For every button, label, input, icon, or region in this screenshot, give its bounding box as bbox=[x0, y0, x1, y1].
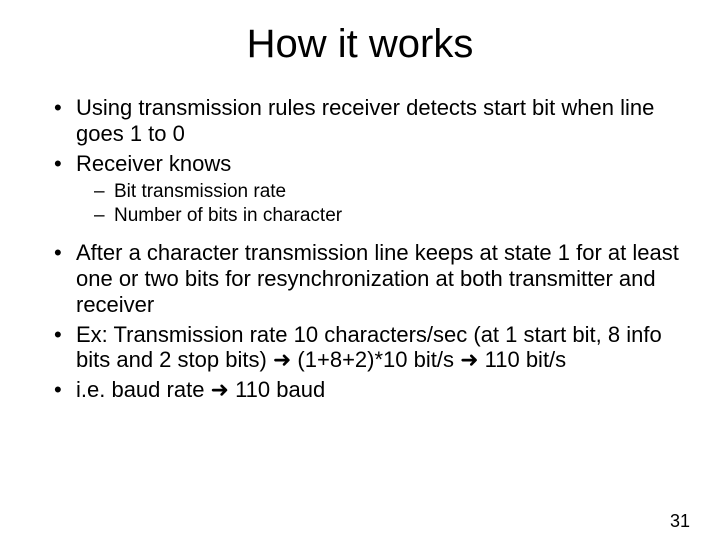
slide: How it works Using transmission rules re… bbox=[0, 22, 720, 540]
page-number: 31 bbox=[670, 511, 690, 532]
bullet-text: Using transmission rules receiver detect… bbox=[76, 95, 654, 146]
bullet-text: Bit transmission rate bbox=[114, 181, 286, 202]
bullet-level1: i.e. baud rate ➜ 110 baud bbox=[48, 377, 680, 403]
bullet-level2: Number of bits in character bbox=[48, 205, 680, 227]
slide-content: Using transmission rules receiver detect… bbox=[0, 95, 720, 403]
bullet-level1: Receiver knows bbox=[48, 151, 680, 177]
bullet-level1: Using transmission rules receiver detect… bbox=[48, 95, 680, 147]
bullet-text: Receiver knows bbox=[76, 151, 231, 176]
bullet-level1: After a character transmission line keep… bbox=[48, 240, 680, 318]
bullet-text: Ex: Transmission rate 10 characters/sec … bbox=[76, 322, 662, 373]
bullet-text: After a character transmission line keep… bbox=[76, 240, 679, 317]
slide-title: How it works bbox=[0, 22, 720, 67]
bullet-text: i.e. baud rate ➜ 110 baud bbox=[76, 377, 325, 402]
bullet-level1: Ex: Transmission rate 10 characters/sec … bbox=[48, 322, 680, 374]
bullet-text: Number of bits in character bbox=[114, 205, 342, 226]
spacer bbox=[48, 230, 680, 240]
bullet-level2: Bit transmission rate bbox=[48, 181, 680, 203]
